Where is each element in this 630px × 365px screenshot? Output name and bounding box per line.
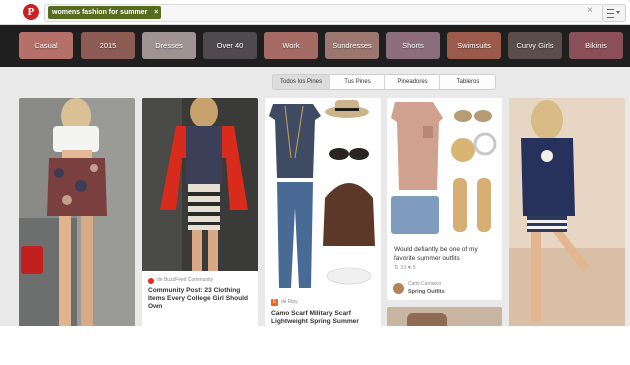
guided-search-bar: Casual 2015 Dresses Over 40 Work Sundres… <box>0 25 630 67</box>
pin-card[interactable]: Would defiantly be one of my favorite su… <box>387 98 502 300</box>
guide-work[interactable]: Work <box>264 32 318 59</box>
hamburger-icon <box>607 9 614 18</box>
pinterest-page: P womens fashion for summer × × Casual 2… <box>0 0 630 326</box>
menu-button[interactable] <box>602 4 626 22</box>
guide-dresses[interactable]: Dresses <box>142 32 196 59</box>
caret-down-icon <box>616 11 620 14</box>
pin-description: Would defiantly be one of my favorite su… <box>394 246 478 262</box>
tab-pinners[interactable]: Pineadores <box>384 75 440 89</box>
etsy-icon: E <box>271 299 278 306</box>
avatar[interactable] <box>393 283 404 294</box>
pin-card[interactable] <box>19 98 135 326</box>
pin-title[interactable]: Community Post: 23 Clothing Items Every … <box>148 287 254 311</box>
guide-swimsuits[interactable]: Swimsuits <box>447 32 501 59</box>
clear-search-icon[interactable]: × <box>587 5 593 17</box>
pin-image[interactable] <box>387 307 502 326</box>
pin-source[interactable]: de BuzzFeed Community <box>157 276 213 285</box>
guide-casual[interactable]: Casual <box>19 32 73 59</box>
pinterest-logo-icon[interactable]: P <box>23 4 39 20</box>
tab-all-pins[interactable]: Todos los Pines <box>273 75 329 89</box>
heart-icon: ♥ <box>407 265 412 271</box>
search-bar[interactable]: womens fashion for summer × <box>44 4 604 22</box>
header-bar: P womens fashion for summer × × <box>0 0 630 25</box>
pin-card[interactable]: E de Etsy Camo Scarf Military Scarf Ligh… <box>265 98 381 326</box>
chip-remove-icon[interactable]: × <box>154 6 158 19</box>
pin-source[interactable]: de Etsy <box>281 298 298 307</box>
pin-stats: ⇅ 33 ♥ 5 <box>394 264 416 273</box>
search-chip-label: womens fashion for summer <box>52 9 148 16</box>
pin-card[interactable]: de BuzzFeed Community Community Post: 23… <box>142 98 258 326</box>
pin-filter-tabs: Todos los Pines Tus Pines Pineadores Tab… <box>272 74 496 90</box>
board-name[interactable]: Spring Outfits <box>408 288 445 297</box>
guide-over-40[interactable]: Over 40 <box>203 32 257 59</box>
guide-sundresses[interactable]: Sundresses <box>325 32 379 59</box>
tab-your-pins[interactable]: Tus Pines <box>329 75 385 89</box>
like-count: 5 <box>412 265 416 271</box>
guide-bikinis[interactable]: Bikinis <box>569 32 623 59</box>
tab-boards[interactable]: Tableros <box>439 75 495 89</box>
pin-image[interactable] <box>142 98 258 271</box>
guide-2015[interactable]: 2015 <box>81 32 135 59</box>
pin-card[interactable] <box>387 307 502 326</box>
pin-image[interactable] <box>19 98 135 326</box>
guide-curvy-girls[interactable]: Curvy Girls <box>508 32 562 59</box>
pin-image[interactable] <box>387 98 502 240</box>
pin-card[interactable] <box>509 98 625 326</box>
guide-shorts[interactable]: Shorts <box>386 32 440 59</box>
repin-count: 33 <box>400 265 407 271</box>
pin-image[interactable] <box>509 98 625 326</box>
pin-title[interactable]: Camo Scarf Military Scarf Lightweight Sp… <box>271 310 377 326</box>
repin-icon: ⇅ <box>394 265 399 271</box>
search-chip[interactable]: womens fashion for summer × <box>48 6 162 19</box>
buzzfeed-icon <box>148 278 154 284</box>
pin-image[interactable] <box>265 98 381 294</box>
